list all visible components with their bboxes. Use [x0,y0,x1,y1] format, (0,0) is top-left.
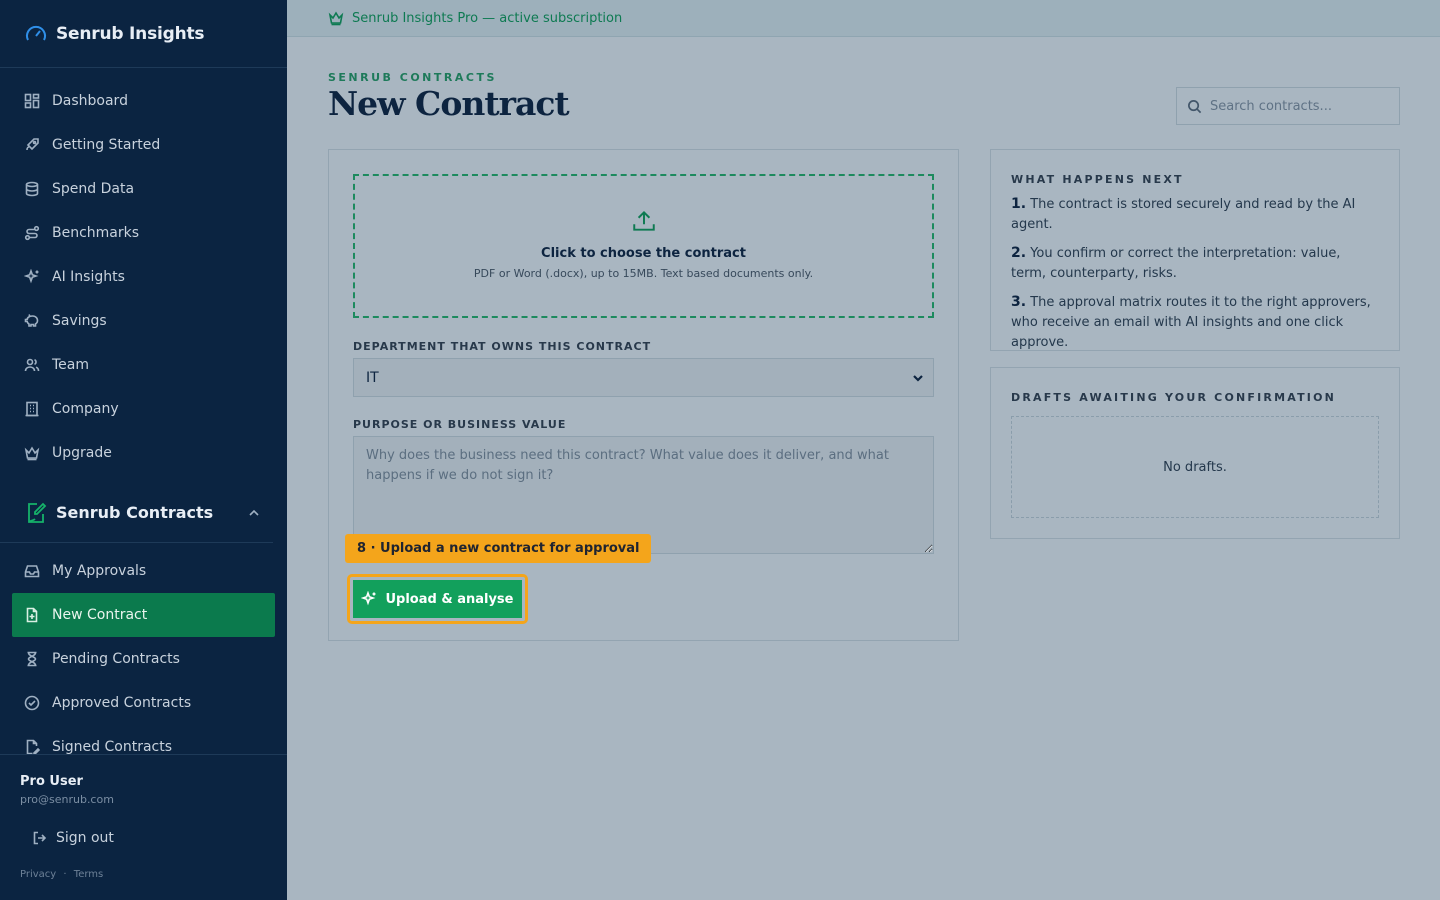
department-label: DEPARTMENT THAT OWNS THIS CONTRACT [353,340,652,353]
drafts-heading: DRAFTS AWAITING YOUR CONFIRMATION [1011,391,1337,404]
sidebar-item-label: Upgrade [52,445,112,461]
sidebar-item-pending-contracts[interactable]: Pending Contracts [12,637,275,681]
new-contract-form: Click to choose the contract PDF or Word… [328,149,959,641]
chevron-down-icon [913,374,923,382]
contracts-section-title: Senrub Contracts [56,503,214,522]
upload-icon [632,210,655,231]
grid-icon [24,93,40,109]
sidebar-item-savings[interactable]: Savings [0,299,275,343]
sidebar-item-label: Pending Contracts [52,651,180,667]
terms-link[interactable]: Terms [74,869,103,880]
brand-title: Senrub Insights [56,23,205,44]
user-name: Pro User [20,774,83,789]
sign-out-button[interactable]: Sign out [20,823,114,853]
dropzone-title: Click to choose the contract [541,246,746,261]
next-step-3: 3. The approval matrix routes it to the … [1011,292,1379,353]
purpose-label: PURPOSE OR BUSINESS VALUE [353,418,567,431]
file-signature-icon [24,739,40,755]
sidebar-item-my-approvals[interactable]: My Approvals [12,549,275,593]
footer-links: Privacy · Terms [20,869,107,880]
sidebar-item-label: AI Insights [52,269,125,285]
upload-button-highlight: Upload & analyse [347,574,528,624]
next-step-2: 2. You confirm or correct the interpreta… [1011,243,1379,284]
step-text: The approval matrix routes it to the rig… [1011,295,1371,350]
building-icon [24,401,40,417]
user-email: pro@senrub.com [20,793,114,806]
search-icon [1188,99,1202,113]
next-heading: WHAT HAPPENS NEXT [1011,173,1184,186]
subscription-banner: Senrub Insights Pro — active subscriptio… [287,0,1440,37]
brand[interactable]: Senrub Insights [0,0,287,68]
step-text: You confirm or correct the interpretatio… [1011,246,1341,281]
contracts-nav: My Approvals New Contract Pending Contra… [0,543,287,769]
check-circle-icon [24,695,40,711]
what-happens-next-card: WHAT HAPPENS NEXT 1. The contract is sto… [990,149,1400,351]
drafts-card: DRAFTS AWAITING YOUR CONFIRMATION No dra… [990,367,1400,539]
page-title: New Contract [328,84,570,123]
step-number: 1. [1011,196,1027,212]
sidebar-item-label: My Approvals [52,563,147,579]
users-icon [24,357,40,373]
sidebar-item-benchmarks[interactable]: Benchmarks [0,211,275,255]
sidebar-item-company[interactable]: Company [0,387,275,431]
chevron-up-icon[interactable] [247,506,261,520]
crown-icon [328,11,344,26]
sidebar-item-label: Getting Started [52,137,161,153]
sidebar-item-spend-data[interactable]: Spend Data [0,167,275,211]
sidebar-item-label: New Contract [52,607,148,623]
upload-analyse-button[interactable]: Upload & analyse [353,580,522,618]
database-icon [24,181,40,197]
sidebar-item-label: Signed Contracts [52,739,173,755]
sidebar-item-dashboard[interactable]: Dashboard [0,79,275,123]
route-icon [24,225,40,241]
sparkles-icon [24,269,40,285]
sidebar-item-team[interactable]: Team [0,343,275,387]
sidebar-item-ai-insights[interactable]: AI Insights [0,255,275,299]
step-text: The contract is stored securely and read… [1011,197,1356,232]
department-value: IT [366,369,379,386]
sidebar-item-label: Dashboard [52,93,128,109]
step-hint-badge: 8 · Upload a new contract for approval [345,534,652,563]
sidebar-item-label: Company [52,401,119,417]
sidebar-item-label: Savings [52,313,107,329]
hourglass-icon [24,651,40,667]
privacy-link[interactable]: Privacy [20,869,56,880]
sidebar-item-getting-started[interactable]: Getting Started [0,123,275,167]
upload-analyse-label: Upload & analyse [385,591,514,607]
sidebar-item-label: Benchmarks [52,225,140,241]
file-edit-icon [28,502,47,523]
main-nav: Dashboard Getting Started Spend Data Ben… [0,68,287,475]
search-input[interactable] [1210,98,1390,114]
gauge-icon [26,25,46,40]
dropzone-subtitle: PDF or Word (.docx), up to 15MB. Text ba… [473,267,814,280]
inbox-icon [24,563,40,579]
search-box[interactable] [1176,87,1400,125]
sidebar-item-upgrade[interactable]: Upgrade [0,431,275,475]
step-number: 2. [1011,245,1027,261]
footer-separator: · [63,869,67,880]
sidebar-item-approved-contracts[interactable]: Approved Contracts [12,681,275,725]
file-dropzone[interactable]: Click to choose the contract PDF or Word… [353,174,934,318]
rocket-icon [24,137,40,153]
user-panel: Pro User pro@senrub.com Sign out Privacy… [0,754,287,900]
log-out-icon [33,831,47,845]
sidebar-item-label: Approved Contracts [52,695,192,711]
crown-icon [24,445,40,461]
sidebar-item-new-contract[interactable]: New Contract [12,593,275,637]
next-step-1: 1. The contract is stored securely and r… [1011,194,1379,235]
piggy-bank-icon [24,313,40,329]
page-eyebrow: SENRUB CONTRACTS [328,71,497,84]
step-number: 3. [1011,294,1027,310]
sidebar: Senrub Insights Dashboard Getting Starte… [0,0,287,900]
sign-out-label: Sign out [56,830,114,846]
sparkles-icon [361,591,376,606]
department-select[interactable]: IT [353,358,934,397]
sidebar-item-label: Spend Data [52,181,135,197]
sidebar-item-label: Team [52,357,90,373]
file-plus-icon [24,607,40,623]
contracts-section-header[interactable]: Senrub Contracts [0,483,273,543]
banner-text: Senrub Insights Pro — active subscriptio… [352,10,623,26]
drafts-empty-state: No drafts. [1011,416,1379,518]
